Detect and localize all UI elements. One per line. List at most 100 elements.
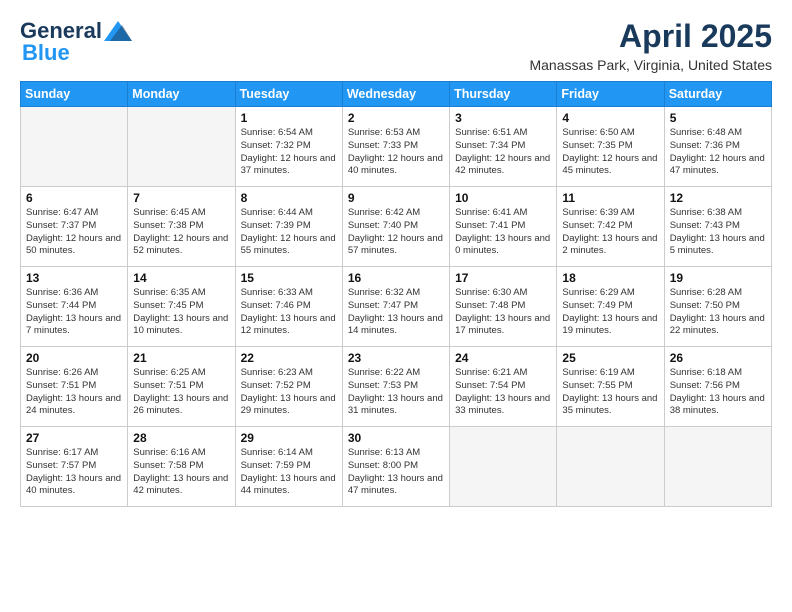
day-number: 10 bbox=[455, 191, 551, 205]
calendar-week-4: 20 Sunrise: 6:26 AM Sunset: 7:51 PM Dayli… bbox=[21, 347, 772, 427]
day-header-thursday: Thursday bbox=[450, 82, 557, 107]
calendar-cell: 18Sunrise: 6:29 AM Sunset: 7:49 PM Dayli… bbox=[557, 267, 664, 347]
day-number: 7 bbox=[133, 191, 229, 205]
calendar-cell: 16 Sunrise: 6:32 AM Sunset: 7:47 PM Dayli… bbox=[342, 267, 449, 347]
calendar-cell: 21 Sunrise: 6:25 AM Sunset: 7:51 PM Dayli… bbox=[128, 347, 235, 427]
calendar-cell: 6 Sunrise: 6:47 AM Sunset: 7:37 PM Daylig… bbox=[21, 187, 128, 267]
day-header-saturday: Saturday bbox=[664, 82, 771, 107]
day-info: Sunrise: 6:45 AM Sunset: 7:38 PM Dayligh… bbox=[133, 207, 229, 258]
calendar-cell: 1 Sunrise: 6:54 AM Sunset: 7:32 PM Daylig… bbox=[235, 107, 342, 187]
day-number: 16 bbox=[348, 271, 444, 285]
day-header-tuesday: Tuesday bbox=[235, 82, 342, 107]
calendar-week-5: 27 Sunrise: 6:17 AM Sunset: 7:57 PM Dayli… bbox=[21, 427, 772, 507]
day-info: Sunrise: 6:25 AM Sunset: 7:51 PM Dayligh… bbox=[133, 367, 229, 418]
day-info: Sunrise: 6:35 AM Sunset: 7:45 PM Dayligh… bbox=[133, 287, 229, 338]
day-info: Sunrise: 6:54 AM Sunset: 7:32 PM Dayligh… bbox=[241, 127, 337, 178]
day-info: Sunrise: 6:22 AM Sunset: 7:53 PM Dayligh… bbox=[348, 367, 444, 418]
calendar-cell: 23 Sunrise: 6:22 AM Sunset: 7:53 PM Dayli… bbox=[342, 347, 449, 427]
calendar-cell: 4 Sunrise: 6:50 AM Sunset: 7:35 PM Daylig… bbox=[557, 107, 664, 187]
day-info: Sunrise: 6:51 AM Sunset: 7:34 PM Dayligh… bbox=[455, 127, 551, 178]
day-number: 3 bbox=[455, 111, 551, 125]
day-info: Sunrise: 6:17 AM Sunset: 7:57 PM Dayligh… bbox=[26, 447, 122, 498]
calendar-cell bbox=[21, 107, 128, 187]
calendar-cell: 28 Sunrise: 6:16 AM Sunset: 7:58 PM Dayli… bbox=[128, 427, 235, 507]
day-number: 21 bbox=[133, 351, 229, 365]
calendar-cell bbox=[557, 427, 664, 507]
day-info: Sunrise: 6:21 AM Sunset: 7:54 PM Dayligh… bbox=[455, 367, 551, 418]
logo: General Blue bbox=[20, 18, 132, 66]
day-info: Sunrise: 6:44 AM Sunset: 7:39 PM Dayligh… bbox=[241, 207, 337, 258]
day-info: Sunrise: 6:18 AM Sunset: 7:56 PM Dayligh… bbox=[670, 367, 766, 418]
calendar-cell: 20 Sunrise: 6:26 AM Sunset: 7:51 PM Dayli… bbox=[21, 347, 128, 427]
day-number: 15 bbox=[241, 271, 337, 285]
day-number: 14 bbox=[133, 271, 229, 285]
calendar-cell: 3 Sunrise: 6:51 AM Sunset: 7:34 PM Daylig… bbox=[450, 107, 557, 187]
calendar-cell: 19Sunrise: 6:28 AM Sunset: 7:50 PM Dayli… bbox=[664, 267, 771, 347]
day-info: Sunrise: 6:19 AM Sunset: 7:55 PM Dayligh… bbox=[562, 367, 658, 418]
day-number: 12 bbox=[670, 191, 766, 205]
day-number: 29 bbox=[241, 431, 337, 445]
day-info: Sunrise: 6:26 AM Sunset: 7:51 PM Dayligh… bbox=[26, 367, 122, 418]
logo-blue-text: Blue bbox=[22, 40, 70, 66]
day-number: 20 bbox=[26, 351, 122, 365]
calendar-cell: 17Sunrise: 6:30 AM Sunset: 7:48 PM Dayli… bbox=[450, 267, 557, 347]
day-info: Sunrise: 6:48 AM Sunset: 7:36 PM Dayligh… bbox=[670, 127, 766, 178]
calendar-cell: 8Sunrise: 6:44 AM Sunset: 7:39 PM Daylig… bbox=[235, 187, 342, 267]
calendar-cell: 2 Sunrise: 6:53 AM Sunset: 7:33 PM Daylig… bbox=[342, 107, 449, 187]
day-info: Sunrise: 6:29 AM Sunset: 7:49 PM Dayligh… bbox=[562, 287, 658, 338]
day-info: Sunrise: 6:16 AM Sunset: 7:58 PM Dayligh… bbox=[133, 447, 229, 498]
page: General Blue April 2025 Manassas Park, V… bbox=[0, 0, 792, 612]
day-info: Sunrise: 6:13 AM Sunset: 8:00 PM Dayligh… bbox=[348, 447, 444, 498]
day-info: Sunrise: 6:36 AM Sunset: 7:44 PM Dayligh… bbox=[26, 287, 122, 338]
day-number: 30 bbox=[348, 431, 444, 445]
day-info: Sunrise: 6:53 AM Sunset: 7:33 PM Dayligh… bbox=[348, 127, 444, 178]
day-number: 23 bbox=[348, 351, 444, 365]
calendar-cell: 26 Sunrise: 6:18 AM Sunset: 7:56 PM Dayli… bbox=[664, 347, 771, 427]
calendar-cell: 25 Sunrise: 6:19 AM Sunset: 7:55 PM Dayli… bbox=[557, 347, 664, 427]
calendar-cell: 24 Sunrise: 6:21 AM Sunset: 7:54 PM Dayli… bbox=[450, 347, 557, 427]
day-info: Sunrise: 6:47 AM Sunset: 7:37 PM Dayligh… bbox=[26, 207, 122, 258]
calendar-cell: 14 Sunrise: 6:35 AM Sunset: 7:45 PM Dayli… bbox=[128, 267, 235, 347]
day-number: 4 bbox=[562, 111, 658, 125]
day-number: 13 bbox=[26, 271, 122, 285]
day-number: 2 bbox=[348, 111, 444, 125]
calendar-week-2: 6 Sunrise: 6:47 AM Sunset: 7:37 PM Daylig… bbox=[21, 187, 772, 267]
calendar-table: SundayMondayTuesdayWednesdayThursdayFrid… bbox=[20, 81, 772, 507]
calendar-cell: 12Sunrise: 6:38 AM Sunset: 7:43 PM Dayli… bbox=[664, 187, 771, 267]
day-number: 6 bbox=[26, 191, 122, 205]
day-info: Sunrise: 6:50 AM Sunset: 7:35 PM Dayligh… bbox=[562, 127, 658, 178]
day-number: 5 bbox=[670, 111, 766, 125]
calendar-cell: 15 Sunrise: 6:33 AM Sunset: 7:46 PM Dayli… bbox=[235, 267, 342, 347]
calendar-cell: 30 Sunrise: 6:13 AM Sunset: 8:00 PM Dayli… bbox=[342, 427, 449, 507]
calendar-cell: 13 Sunrise: 6:36 AM Sunset: 7:44 PM Dayli… bbox=[21, 267, 128, 347]
day-number: 26 bbox=[670, 351, 766, 365]
day-header-monday: Monday bbox=[128, 82, 235, 107]
day-info: Sunrise: 6:41 AM Sunset: 7:41 PM Dayligh… bbox=[455, 207, 551, 258]
title-block: April 2025 Manassas Park, Virginia, Unit… bbox=[529, 18, 772, 73]
calendar-title: April 2025 bbox=[529, 18, 772, 55]
calendar-subtitle: Manassas Park, Virginia, United States bbox=[529, 57, 772, 73]
calendar-cell bbox=[128, 107, 235, 187]
calendar-cell: 29 Sunrise: 6:14 AM Sunset: 7:59 PM Dayli… bbox=[235, 427, 342, 507]
day-info: Sunrise: 6:32 AM Sunset: 7:47 PM Dayligh… bbox=[348, 287, 444, 338]
calendar-cell bbox=[664, 427, 771, 507]
day-number: 28 bbox=[133, 431, 229, 445]
calendar-week-3: 13 Sunrise: 6:36 AM Sunset: 7:44 PM Dayli… bbox=[21, 267, 772, 347]
day-info: Sunrise: 6:23 AM Sunset: 7:52 PM Dayligh… bbox=[241, 367, 337, 418]
day-info: Sunrise: 6:39 AM Sunset: 7:42 PM Dayligh… bbox=[562, 207, 658, 258]
day-number: 1 bbox=[241, 111, 337, 125]
day-info: Sunrise: 6:33 AM Sunset: 7:46 PM Dayligh… bbox=[241, 287, 337, 338]
calendar-cell: 10 Sunrise: 6:41 AM Sunset: 7:41 PM Dayli… bbox=[450, 187, 557, 267]
calendar-cell: 7 Sunrise: 6:45 AM Sunset: 7:38 PM Daylig… bbox=[128, 187, 235, 267]
day-info: Sunrise: 6:14 AM Sunset: 7:59 PM Dayligh… bbox=[241, 447, 337, 498]
header: General Blue April 2025 Manassas Park, V… bbox=[20, 18, 772, 73]
day-number: 27 bbox=[26, 431, 122, 445]
calendar-cell: 11Sunrise: 6:39 AM Sunset: 7:42 PM Dayli… bbox=[557, 187, 664, 267]
calendar-week-1: 1 Sunrise: 6:54 AM Sunset: 7:32 PM Daylig… bbox=[21, 107, 772, 187]
calendar-cell: 5 Sunrise: 6:48 AM Sunset: 7:36 PM Daylig… bbox=[664, 107, 771, 187]
calendar-header-row: SundayMondayTuesdayWednesdayThursdayFrid… bbox=[21, 82, 772, 107]
day-number: 24 bbox=[455, 351, 551, 365]
day-number: 9 bbox=[348, 191, 444, 205]
day-number: 22 bbox=[241, 351, 337, 365]
day-number: 25 bbox=[562, 351, 658, 365]
